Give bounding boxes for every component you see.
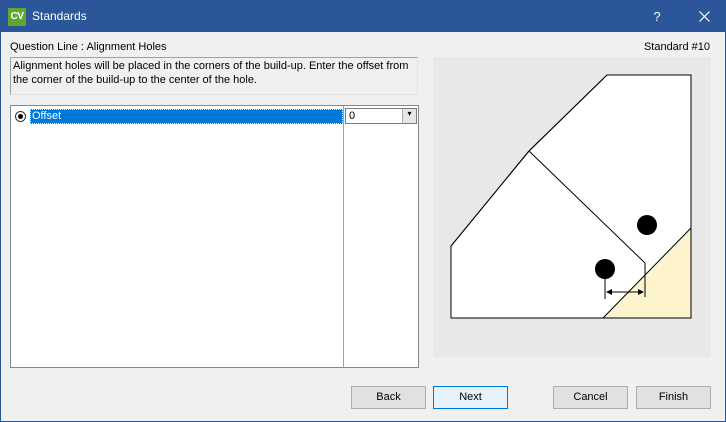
help-button[interactable]: ? (637, 1, 677, 32)
cancel-button[interactable]: Cancel (553, 386, 628, 409)
column-divider (343, 106, 344, 367)
illustration-panel (433, 57, 711, 357)
next-button[interactable]: Next (433, 386, 508, 409)
standards-dialog: CV Standards ? Question Line : Alignment… (0, 0, 726, 422)
close-button[interactable] (685, 1, 725, 32)
app-icon: CV (8, 8, 26, 26)
alignment-holes-diagram-icon (450, 74, 692, 319)
offset-value[interactable]: 0 (349, 110, 355, 123)
dropdown-arrow-icon[interactable]: ▾ (402, 109, 416, 123)
offset-value-combo[interactable]: 0 ▾ (345, 108, 417, 124)
window-title: Standards (32, 9, 87, 23)
description-text: Alignment holes will be placed in the co… (10, 57, 418, 95)
option-label[interactable]: Offset (30, 109, 343, 124)
standard-number: Standard #10 (643, 41, 710, 53)
close-icon (699, 11, 710, 22)
offset-radio[interactable] (15, 111, 26, 122)
finish-button[interactable]: Finish (636, 386, 711, 409)
options-list[interactable]: Offset 0 ▾ (10, 105, 419, 368)
back-button[interactable]: Back (351, 386, 426, 409)
option-row-offset[interactable]: Offset (13, 108, 343, 125)
title-bar: CV Standards ? (1, 1, 725, 32)
question-line-label: Question Line : Alignment Holes (10, 41, 167, 53)
